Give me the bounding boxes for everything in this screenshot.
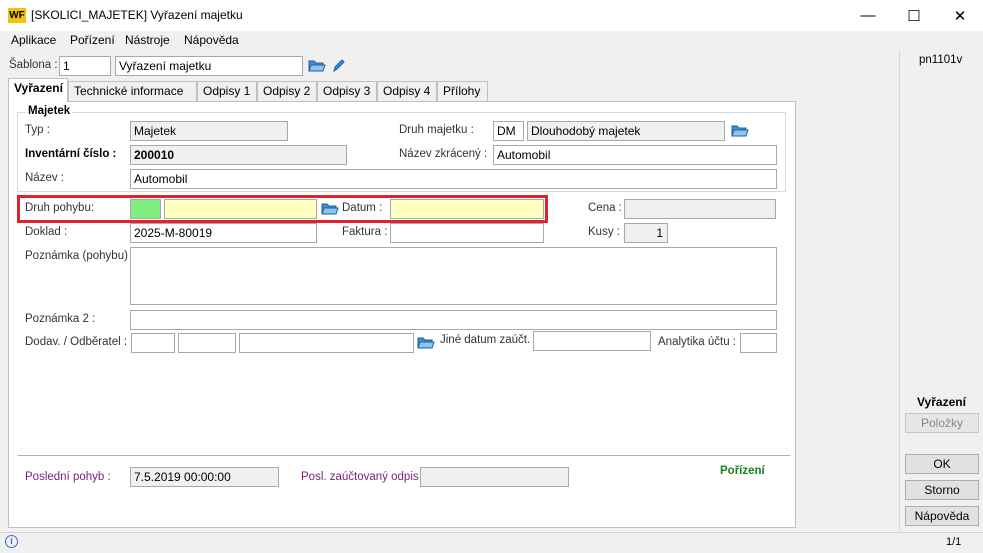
close-button[interactable]: ✕ <box>937 0 983 31</box>
short-name-field[interactable]: Automobil <box>493 145 777 165</box>
movement-kind-code-input[interactable] <box>130 199 161 219</box>
other-posting-date-input[interactable] <box>533 331 651 351</box>
document-label: Doklad : <box>25 226 68 238</box>
asset-kind-code-field[interactable]: DM <box>493 121 524 141</box>
short-name-label: Název zkrácený : <box>399 148 488 160</box>
last-depreciation-field <box>420 467 569 487</box>
other-posting-date-label: Jiné datum zaúčt. <box>440 334 531 346</box>
items-button[interactable]: Položky <box>905 413 979 433</box>
help-button[interactable]: Nápověda <box>905 506 979 526</box>
tab-odpisy-4[interactable]: Odpisy 4 <box>377 81 437 101</box>
minimize-button[interactable]: — <box>845 0 891 31</box>
open-folder-icon[interactable] <box>308 58 326 73</box>
form-code: pn1101v <box>919 54 963 66</box>
quantity-label: Kusy : <box>588 226 620 238</box>
asset-group-title: Majetek <box>26 105 73 117</box>
tab-technicke-informace[interactable]: Technické informace <box>68 81 197 101</box>
quantity-field: 1 <box>624 223 668 243</box>
status-bar <box>0 532 983 553</box>
window-title: [SKOLICI_MAJETEK] Vyřazení majetku <box>31 8 243 22</box>
date-label: Datum : <box>342 202 383 214</box>
partner-name-input[interactable] <box>239 333 414 353</box>
info-icon[interactable]: i <box>5 535 18 548</box>
account-analytics-input[interactable] <box>740 333 777 353</box>
last-movement-label: Poslední pohyb : <box>25 471 111 483</box>
document-input[interactable]: 2025-M-80019 <box>130 223 317 243</box>
cancel-button[interactable]: Storno <box>905 480 979 500</box>
price-field <box>624 199 776 219</box>
inventory-number-label: Inventární číslo : <box>25 148 117 160</box>
status-label: Pořízení <box>720 465 765 477</box>
name-field[interactable]: Automobil <box>130 169 777 189</box>
open-folder-icon[interactable] <box>731 123 749 138</box>
movement-kind-name-input[interactable] <box>164 199 317 219</box>
footer-separator <box>18 455 790 456</box>
open-folder-icon[interactable] <box>321 201 339 216</box>
maximize-button[interactable]: ☐ <box>891 0 937 31</box>
tab-odpisy-1[interactable]: Odpisy 1 <box>197 81 257 101</box>
menu-porizeni[interactable]: Pořízení <box>70 33 115 47</box>
menu-aplikace[interactable]: Aplikace <box>11 33 56 47</box>
tab-odpisy-3[interactable]: Odpisy 3 <box>317 81 377 101</box>
invoice-label: Faktura : <box>342 226 388 238</box>
inventory-number-field: 200010 <box>130 145 347 165</box>
last-depreciation-label: Posl. zaúčtovaný odpis : <box>301 471 426 483</box>
asset-kind-name-field: Dlouhodobý majetek <box>527 121 725 141</box>
tab-odpisy-2[interactable]: Odpisy 2 <box>257 81 317 101</box>
template-name-input[interactable]: Vyřazení majetku <box>115 56 303 76</box>
partner-code-input[interactable] <box>131 333 175 353</box>
invoice-input[interactable] <box>390 223 544 243</box>
open-folder-icon[interactable] <box>417 335 435 350</box>
movement-kind-label: Druh pohybu: <box>25 202 95 214</box>
type-label: Typ : <box>25 124 50 136</box>
template-label: Šablona : <box>9 59 58 71</box>
name-label: Název : <box>25 172 64 184</box>
right-panel-divider <box>899 51 900 532</box>
last-movement-field: 7.5.2019 00:00:00 <box>130 467 279 487</box>
partner-label: Dodav. / Odběratel : <box>25 336 128 348</box>
ok-button[interactable]: OK <box>905 454 979 474</box>
app-logo-icon: WF <box>8 8 26 23</box>
note2-input[interactable] <box>130 310 777 330</box>
type-field: Majetek <box>130 121 288 141</box>
template-number-input[interactable]: 1 <box>59 56 111 76</box>
menu-napoveda[interactable]: Nápověda <box>184 33 239 47</box>
tab-prilohy[interactable]: Přílohy <box>437 81 488 101</box>
note2-label: Poznámka 2 : <box>25 313 96 325</box>
date-input[interactable] <box>390 199 544 219</box>
partner-id-input[interactable] <box>178 333 236 353</box>
movement-note-textarea[interactable] <box>130 247 777 305</box>
price-label: Cena : <box>588 202 622 214</box>
section-title: Vyřazení <box>917 395 966 409</box>
tab-vyrazeni[interactable]: Vyřazení <box>8 78 68 102</box>
menu-nastroje[interactable]: Nástroje <box>125 33 170 47</box>
edit-pencil-icon[interactable] <box>332 58 346 73</box>
page-indicator: 1/1 <box>946 536 962 548</box>
account-analytics-label: Analytika účtu : <box>658 336 736 348</box>
movement-note-label: Poznámka (pohybu) : <box>25 250 135 262</box>
asset-kind-label: Druh majetku : <box>399 124 474 136</box>
